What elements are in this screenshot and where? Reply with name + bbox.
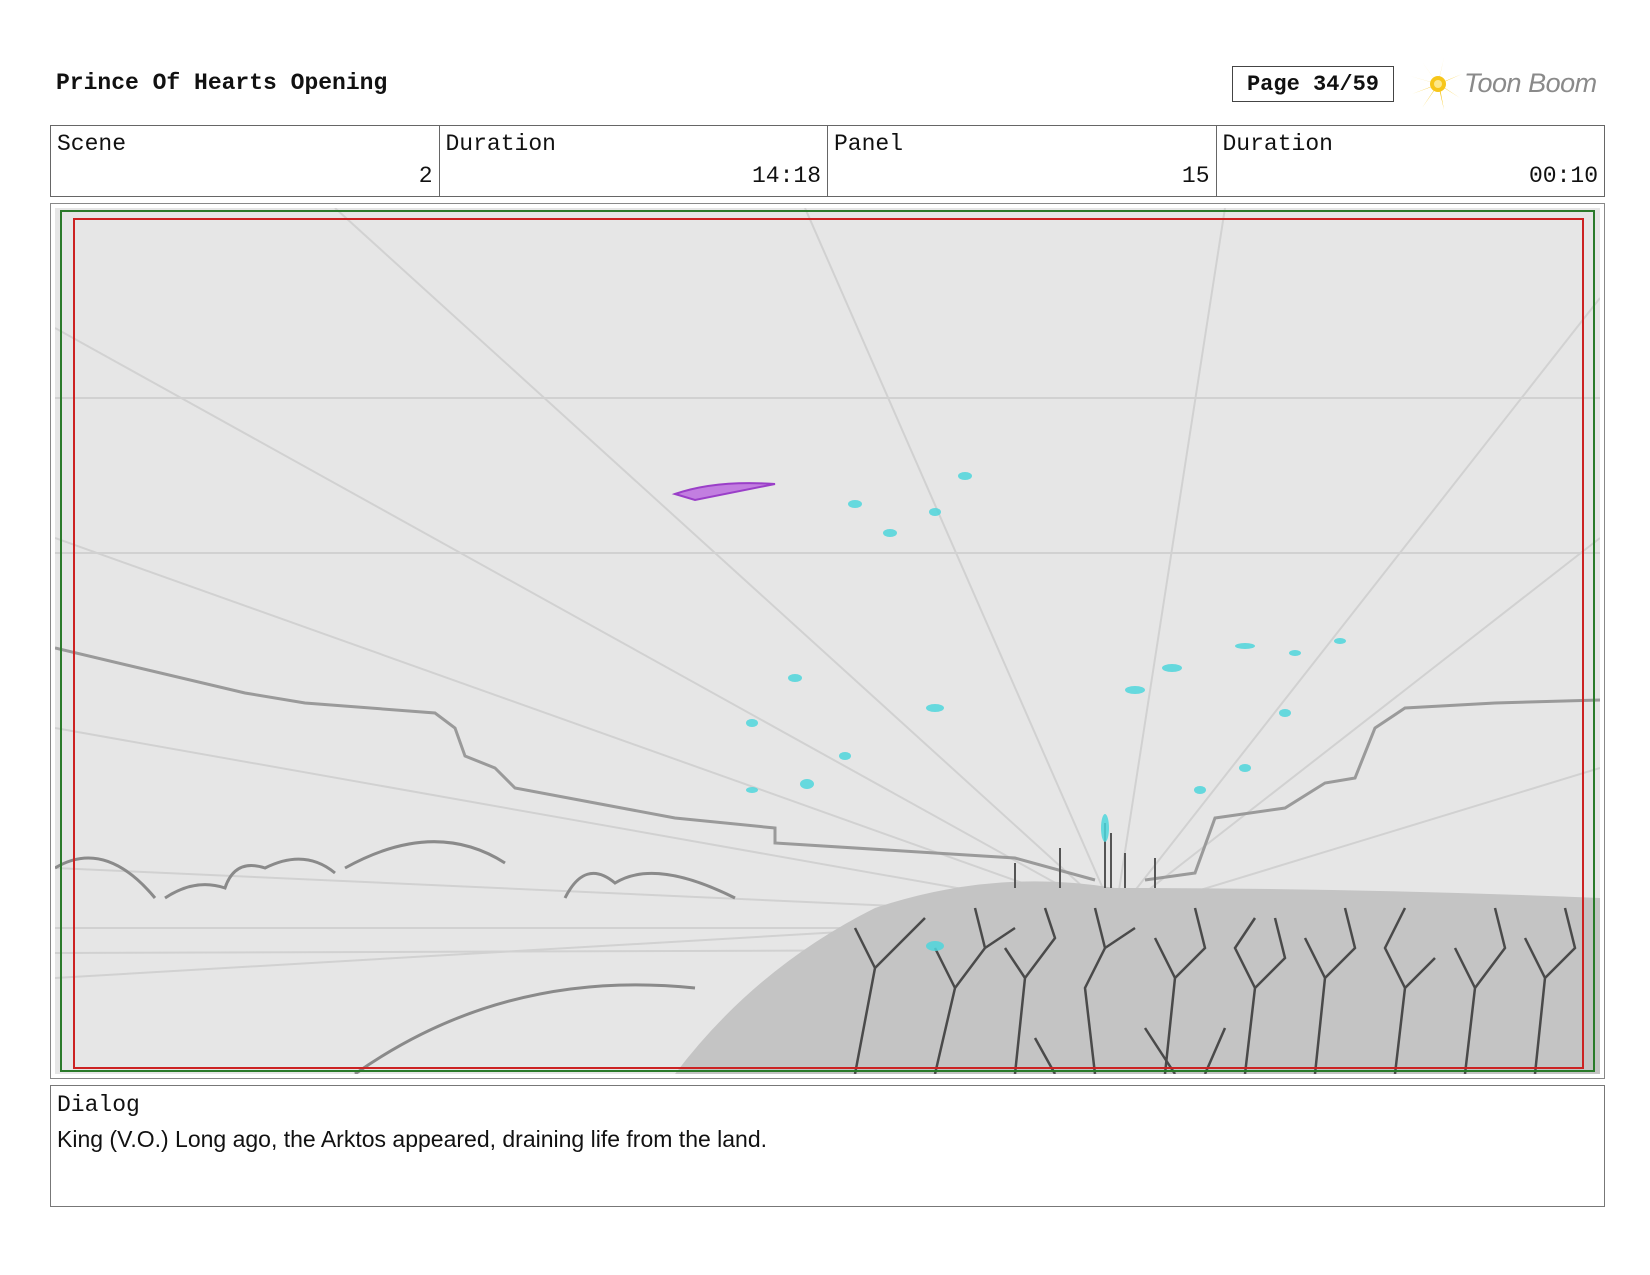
starburst-icon	[1410, 58, 1462, 110]
storyboard-title: Prince Of Hearts Opening	[56, 70, 388, 96]
panel-value: 15	[1181, 163, 1210, 189]
storyboard-panel	[50, 203, 1605, 1079]
scene-label: Scene	[57, 131, 127, 157]
logo-text: Toon Boom	[1464, 68, 1597, 98]
dialog-label: Dialog	[57, 1092, 140, 1118]
panel-duration-value: 00:10	[1528, 163, 1598, 189]
panel-sketch	[55, 208, 1600, 1074]
panel-duration-label: Duration	[1222, 131, 1333, 157]
toon-boom-logo: Toon Boom	[1408, 58, 1608, 110]
page-indicator: Page 34/59	[1232, 66, 1394, 102]
scene-info-table: Scene 2 Duration 14:18 Panel 15 Duration…	[50, 125, 1605, 197]
scene-cell: Scene 2	[51, 126, 440, 196]
scene-duration-label: Duration	[445, 131, 556, 157]
scene-duration-value: 14:18	[751, 163, 821, 189]
panel-duration-cell: Duration 00:10	[1217, 126, 1605, 196]
dialog-box: Dialog King (V.O.) Long ago, the Arktos …	[50, 1085, 1605, 1207]
dialog-text: King (V.O.) Long ago, the Arktos appeare…	[57, 1126, 768, 1152]
scene-duration-cell: Duration 14:18	[440, 126, 828, 196]
panel-label: Panel	[834, 131, 904, 157]
panel-cell: Panel 15	[828, 126, 1217, 196]
scene-value: 2	[418, 163, 433, 189]
